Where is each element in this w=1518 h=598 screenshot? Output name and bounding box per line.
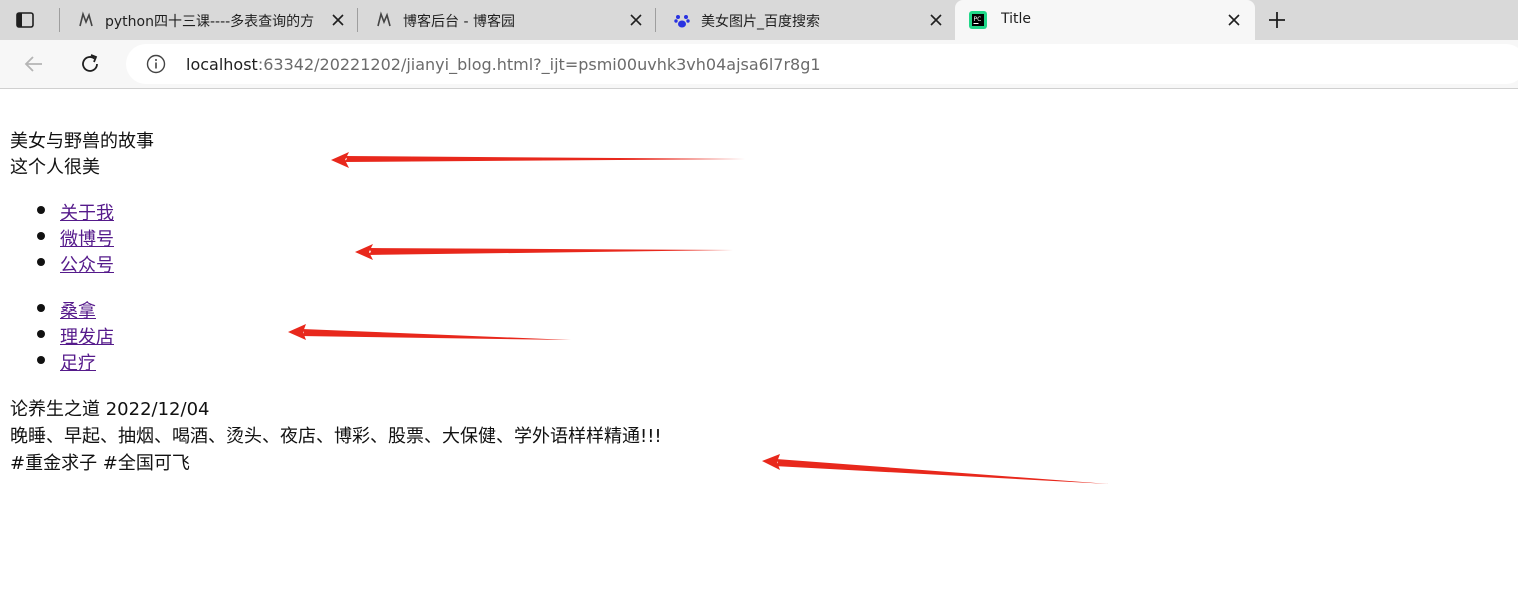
arrow-menu2 [288, 324, 571, 340]
arrow-menu1 [355, 244, 733, 260]
annotation-arrows [288, 152, 1109, 484]
arrow-article [762, 454, 1109, 484]
arrow-title [331, 152, 745, 168]
